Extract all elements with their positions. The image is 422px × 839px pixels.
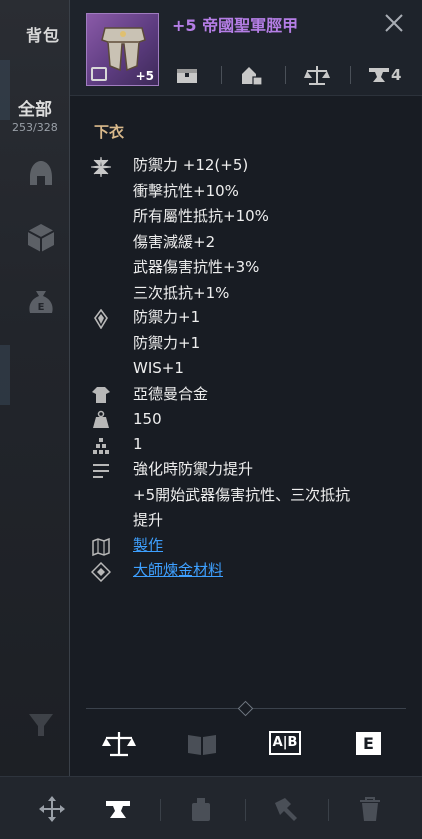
separator xyxy=(245,799,246,821)
inventory-sidebar: 背包 全部 253/328 E xyxy=(0,0,80,838)
divider-diamond xyxy=(237,700,254,717)
item-header: +5 +5 帝國聖軍脛甲 4 xyxy=(70,0,422,96)
enhance-count: 4 xyxy=(391,66,402,84)
lock-icon xyxy=(91,67,107,81)
house-storage-icon[interactable] xyxy=(238,62,264,88)
description-line: 提升 xyxy=(133,511,164,529)
anvil-enhance-icon[interactable] xyxy=(104,795,132,823)
craft-link-container: 製作 xyxy=(133,533,163,559)
description-lines-icon xyxy=(93,464,109,478)
bonus-stat-line: 防禦力+1 xyxy=(133,308,201,326)
bonus-stat-line: WIS+1 xyxy=(133,359,184,377)
enhance-level-badge: +5 xyxy=(135,69,154,83)
storage-chest-icon[interactable] xyxy=(174,62,200,88)
anvil-icon[interactable] xyxy=(366,62,392,88)
hammer-icon[interactable] xyxy=(272,795,300,823)
trash-icon[interactable] xyxy=(356,795,384,823)
alchemy-material-link[interactable]: 大師煉金材料 xyxy=(133,558,223,584)
move-arrows-icon[interactable] xyxy=(38,795,66,823)
helmet-icon[interactable] xyxy=(24,157,58,191)
item-action-icons: 4 xyxy=(172,62,412,90)
base-stat-lines: 防禦力 +12(+5) 衝擊抗性+10% 所有屬性抵抗+10% 傷害減緩+2 武器傷害抗… xyxy=(133,153,269,306)
separator xyxy=(328,799,329,821)
base-stat-line: 武器傷害抗性+3% xyxy=(133,258,260,276)
item-tooltip-panel: +5 +5 帝國聖軍脛甲 4 下衣 防禦力 +12(+5) 衝擊抗性+10% 所… xyxy=(69,0,422,838)
inventory-tile-edge xyxy=(0,60,10,120)
compare-ab-button[interactable]: A|B xyxy=(269,731,301,755)
material-value: 亞德曼合金 xyxy=(133,385,209,403)
description-lines: 強化時防禦力提升 +5開始武器傷害抗性、三次抵抗 提升 xyxy=(133,457,350,534)
cube-icon[interactable] xyxy=(24,221,58,255)
description-line: 強化時防禦力提升 xyxy=(133,460,254,478)
gem-icon xyxy=(94,309,108,329)
inventory-count: 253/328 xyxy=(12,121,58,134)
close-icon[interactable] xyxy=(383,12,405,34)
diamond-rune-icon xyxy=(91,562,111,582)
trade-scale-icon[interactable] xyxy=(304,62,330,88)
craft-link[interactable]: 製作 xyxy=(133,533,163,559)
e-key-button[interactable]: E xyxy=(356,732,381,755)
book-icon[interactable] xyxy=(185,729,219,759)
inventory-title: 背包 xyxy=(26,26,61,45)
base-stat-line: 衝擊抗性+10% xyxy=(133,181,239,200)
svg-text:E: E xyxy=(38,302,45,313)
base-stat-line: 傷害減緩+2 xyxy=(133,232,216,251)
weight-icon xyxy=(93,410,109,428)
separator xyxy=(160,799,161,821)
category-all-tab[interactable]: 全部 xyxy=(18,95,52,120)
armor-material-icon xyxy=(92,387,110,403)
map-icon xyxy=(92,537,110,557)
alchemy-link-container: 大師煉金材料 xyxy=(133,558,223,584)
separator xyxy=(350,66,351,84)
tier-value: 1 xyxy=(133,435,143,453)
filter-icon[interactable] xyxy=(24,708,58,742)
weight-value: 150 xyxy=(133,410,162,428)
bonus-stat-line: 防禦力+1 xyxy=(133,333,201,352)
base-stat-line: 防禦力 +12(+5) xyxy=(133,156,249,174)
separator xyxy=(221,66,222,84)
bonus-stat-lines: 防禦力+1 防禦力+1 WIS+1 xyxy=(133,305,200,382)
separator xyxy=(285,66,286,84)
item-name: +5 帝國聖軍脛甲 xyxy=(172,16,299,35)
base-stat-line: 所有屬性抵抗+10% xyxy=(133,207,269,225)
sparkle-icon xyxy=(91,157,111,177)
description-line: +5開始武器傷害抗性、三次抵抗 xyxy=(133,485,351,504)
compare-scale-icon[interactable] xyxy=(102,729,136,759)
inventory-tile-edge xyxy=(0,345,10,405)
item-thumbnail: +5 xyxy=(86,13,159,86)
money-bag-icon[interactable]: E xyxy=(24,285,58,319)
potion-icon[interactable] xyxy=(187,795,215,823)
base-stat-line: 三次抵抗+1% xyxy=(133,283,230,302)
bottom-action-bar xyxy=(0,776,422,839)
equipment-slot-label: 下衣 xyxy=(94,123,125,141)
stack-tier-icon xyxy=(93,438,109,454)
